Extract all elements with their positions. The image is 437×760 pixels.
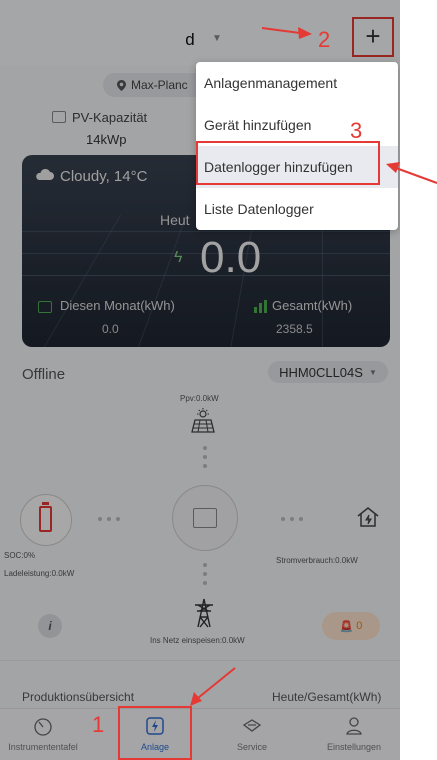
arrow-step1 [197,667,236,699]
arrow-step2 [261,27,301,34]
arrowhead [386,162,400,173]
arrowhead [298,27,312,39]
screenshot-stage: d ▼ + Max-Planc PV-Kapazität 14kWp Cloud… [0,0,437,760]
annotation-arrows [190,27,437,706]
arrow-step3 [395,167,437,184]
arrowhead [190,692,202,706]
